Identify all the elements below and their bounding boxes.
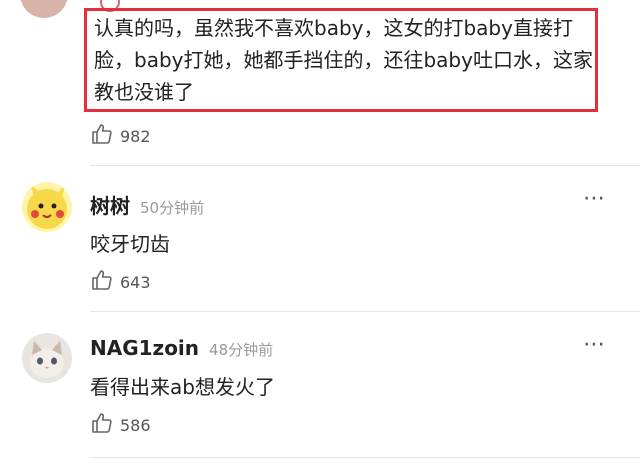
like-count: 982 [120, 126, 151, 146]
thumbs-up-icon [90, 122, 114, 150]
timestamp: 48分钟前 [209, 341, 274, 359]
divider [90, 165, 640, 166]
comment-text: 认真的吗，虽然我不喜欢baby，这女的打baby直接打脸，baby打她，她都手挡… [94, 16, 593, 104]
avatar[interactable] [20, 0, 68, 18]
thumbs-up-icon [90, 411, 114, 439]
comment-text: 咬牙切齿 [90, 232, 170, 256]
like-count: 643 [120, 272, 151, 292]
divider [90, 311, 640, 312]
timestamp: 50分钟前 [140, 199, 205, 217]
avatar[interactable] [22, 182, 72, 232]
like-button[interactable]: 586 [90, 411, 151, 439]
more-dots-icon[interactable]: ⋯ [583, 186, 606, 211]
comment-header: NAG1zoin 48分钟前 [90, 336, 273, 360]
username[interactable]: NAG1zoin [90, 336, 199, 360]
comment-header: 树树 50分钟前 [90, 190, 204, 219]
avatar[interactable] [22, 333, 72, 383]
more-dots-icon[interactable]: ⋯ [583, 332, 606, 357]
like-button[interactable]: 643 [90, 268, 151, 296]
thumbs-up-icon [90, 268, 114, 296]
comment-text: 看得出来ab想发火了 [90, 375, 275, 399]
like-count: 586 [120, 415, 151, 435]
username[interactable]: 树树 [90, 190, 130, 219]
like-button[interactable]: 982 [90, 122, 151, 150]
divider [90, 457, 640, 458]
